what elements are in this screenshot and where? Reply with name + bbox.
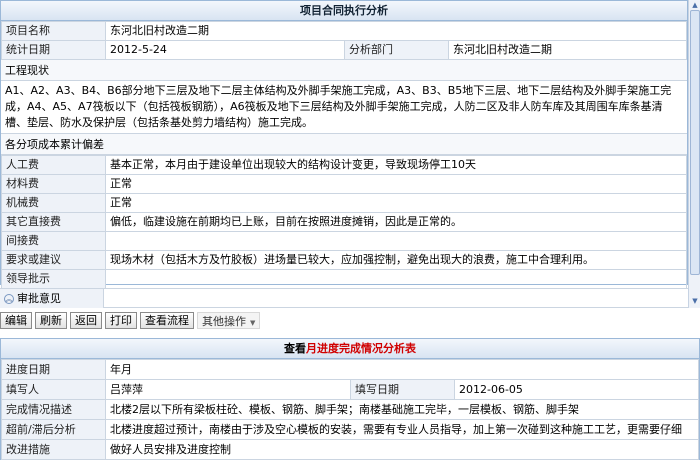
table-row: 其它直接费 偏低，临建设施在前期均已上账，目前在按照进度摊销，因此是正常的。	[1, 212, 687, 232]
chevron-down-icon: ▼	[250, 318, 256, 327]
deviation-label: 各分项成本累计偏差	[1, 134, 687, 155]
row-value: 偏低，临建设施在前期均已上账，目前在按照进度摊销，因此是正常的。	[105, 212, 687, 232]
table-row: 机械费 正常	[1, 193, 687, 213]
delay-label: 超前/滞后分析	[1, 419, 106, 440]
contract-info-table: 项目名称 东河北旧村改造二期 统计日期 2012-5-24 分析部门 东河北旧村…	[1, 21, 687, 60]
project-name-value: 东河北旧村改造二期	[105, 21, 687, 41]
progress-title-prefix: 查看	[284, 342, 306, 355]
desc-label: 完成情况描述	[1, 399, 106, 420]
dept-value: 东河北旧村改造二期	[448, 40, 687, 60]
row-value: 现场木材（包括木方及竹胶板）进场量已较大，应加强控制，避免出现大的浪费，施工中合…	[105, 250, 687, 270]
project-name-label: 项目名称	[1, 21, 106, 41]
row-label: 机械费	[1, 193, 106, 213]
table-row: 人工费 基本正常，本月由于建设单位出现较大的结构设计变更，导致现场停工10天	[1, 155, 687, 175]
period-value: 年月	[105, 359, 699, 380]
scroll-thumb[interactable]	[690, 10, 700, 275]
row-value: 正常	[105, 174, 687, 194]
desc-value: 北楼2层以下所有梁板柱砼、模板、钢筋、脚手架；南楼基础施工完毕，一层模板、钢筋、…	[105, 399, 699, 420]
row-label: 间接费	[1, 231, 106, 251]
approval-label: 审批意见	[17, 292, 61, 305]
table-row: 填写人 吕萍萍 填写日期 2012-06-05	[1, 379, 699, 400]
print-button[interactable]: 打印	[105, 311, 137, 329]
row-label: 要求或建议	[1, 250, 106, 270]
row-label: 领导批示	[1, 269, 106, 289]
measure-value: 做好人员安排及进度控制	[105, 439, 699, 460]
table-row: 要求或建议 现场木材（包括木方及竹胶板）进场量已较大，应加强控制，避免出现大的浪…	[1, 250, 687, 270]
fill-date-value: 2012-06-05	[454, 379, 699, 400]
panel-title: 项目合同执行分析	[1, 1, 687, 21]
status-label: 工程现状	[1, 60, 687, 81]
row-label: 人工费	[1, 155, 106, 175]
stat-date-label: 统计日期	[1, 40, 106, 60]
status-text: A1、A2、A3、B4、B6部分地下三层及地下二层主体结构及外脚手架施工完成，A…	[1, 81, 687, 134]
scroll-up-icon[interactable]: ▲	[690, 0, 700, 10]
collapse-up-icon[interactable]: ︽	[4, 294, 14, 304]
scroll-down-icon[interactable]: ▼	[690, 296, 700, 306]
progress-title-highlight: 月进度完成情况分析表	[306, 342, 416, 355]
dept-label: 分析部门	[344, 40, 449, 60]
filler-label: 填写人	[1, 379, 106, 400]
refresh-button[interactable]: 刷新	[35, 311, 67, 329]
row-value: 基本正常，本月由于建设单位出现较大的结构设计变更，导致现场停工10天	[105, 155, 687, 175]
back-button[interactable]: 返回	[70, 311, 102, 329]
progress-title: 查看月进度完成情况分析表	[1, 339, 699, 359]
edit-button[interactable]: 编辑	[0, 311, 32, 329]
table-row: 领导批示	[1, 269, 687, 289]
measure-label: 改进措施	[1, 439, 106, 460]
filler-value: 吕萍萍	[105, 379, 351, 400]
more-actions-label: 其他操作	[202, 314, 246, 328]
approval-toggle[interactable]: ︽ 审批意见	[0, 289, 104, 308]
view-flow-button[interactable]: 查看流程	[140, 311, 194, 329]
row-value: 正常	[105, 193, 687, 213]
row-value	[105, 269, 687, 289]
table-row: 完成情况描述 北楼2层以下所有梁板柱砼、模板、钢筋、脚手架；南楼基础施工完毕，一…	[1, 399, 699, 420]
table-row: 进度日期 年月	[1, 359, 699, 380]
delay-value: 北楼进度超过预计，南楼由于涉及空心模板的安装，需要有专业人员指导，加上第一次碰到…	[105, 419, 699, 440]
progress-table: 进度日期 年月 填写人 吕萍萍 填写日期 2012-06-05 完成情况描述 北…	[1, 359, 699, 460]
row-value	[105, 231, 687, 251]
row-label: 其它直接费	[1, 212, 106, 232]
progress-analysis-panel: 查看月进度完成情况分析表 进度日期 年月 填写人 吕萍萍 填写日期 2012-0…	[0, 338, 700, 460]
table-row: 材料费 正常	[1, 174, 687, 194]
table-row: 改进措施 做好人员安排及进度控制	[1, 439, 699, 460]
cost-deviation-table: 人工费 基本正常，本月由于建设单位出现较大的结构设计变更，导致现场停工10天 材…	[1, 155, 687, 289]
row-label: 材料费	[1, 174, 106, 194]
action-toolbar: 编辑 刷新 返回 打印 查看流程 其他操作 ▼	[0, 311, 261, 329]
table-row: 间接费	[1, 231, 687, 251]
period-label: 进度日期	[1, 359, 106, 380]
more-actions-dropdown[interactable]: 其他操作 ▼	[197, 311, 261, 329]
approval-row: ︽ 审批意见	[0, 288, 688, 308]
stat-date-value: 2012-5-24	[105, 40, 345, 60]
contract-analysis-panel: 项目合同执行分析 项目名称 东河北旧村改造二期 统计日期 2012-5-24 分…	[0, 0, 688, 289]
vertical-scrollbar[interactable]: ▲ ▼	[688, 0, 700, 308]
fill-date-label: 填写日期	[350, 379, 455, 400]
table-row: 超前/滞后分析 北楼进度超过预计，南楼由于涉及空心模板的安装，需要有专业人员指导…	[1, 419, 699, 440]
